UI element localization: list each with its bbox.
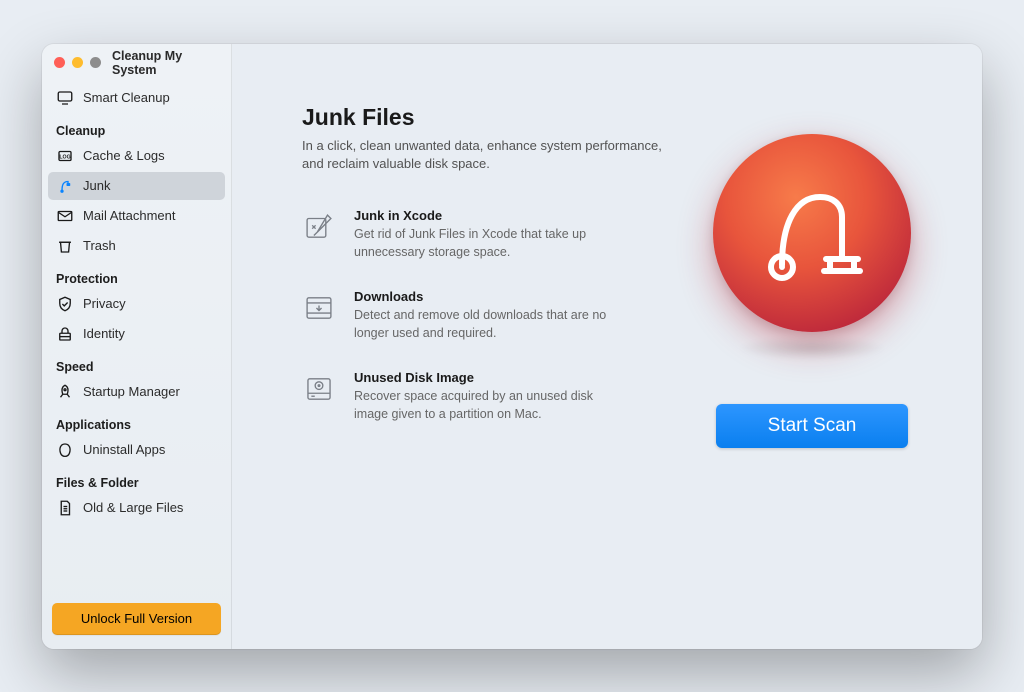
- sidebar-item-mail-attachment[interactable]: Mail Attachment: [48, 202, 225, 230]
- unlock-button-label: Unlock Full Version: [81, 611, 192, 626]
- sidebar-item-label: Startup Manager: [83, 384, 180, 399]
- feature-title: Unused Disk Image: [354, 370, 662, 385]
- sidebar-item-label: Privacy: [83, 296, 126, 311]
- rocket-icon: [56, 383, 74, 401]
- vacuum-icon: [56, 177, 74, 195]
- sidebar-item-label: Uninstall Apps: [83, 442, 165, 457]
- sidebar-content: Smart Cleanup Cleanup LOG Cache & Logs: [42, 82, 231, 524]
- feature-title: Junk in Xcode: [354, 208, 662, 223]
- titlebar: Cleanup My System: [42, 44, 231, 82]
- feature-desc: Recover space acquired by an unused disk…: [354, 388, 614, 423]
- feature-desc: Detect and remove old downloads that are…: [354, 307, 614, 342]
- sidebar-item-label: Cache & Logs: [83, 148, 165, 163]
- file-icon: [56, 499, 74, 517]
- sidebar: Cleanup My System Smart Cleanup Cleanup: [42, 44, 232, 649]
- section-speed: Speed: [48, 350, 225, 378]
- window-title: Cleanup My System: [112, 49, 219, 77]
- feature-downloads: Downloads Detect and remove old download…: [302, 289, 662, 342]
- sidebar-item-identity[interactable]: Identity: [48, 320, 225, 348]
- unlock-full-version-button[interactable]: Unlock Full Version: [52, 603, 221, 635]
- section-protection: Protection: [48, 262, 225, 290]
- section-files-folder: Files & Folder: [48, 466, 225, 494]
- main-content: Junk Files In a click, clean unwanted da…: [232, 44, 982, 649]
- sidebar-item-label: Smart Cleanup: [83, 90, 170, 105]
- close-window-button[interactable]: [54, 57, 65, 68]
- start-scan-label: Start Scan: [768, 415, 857, 437]
- sidebar-item-uninstall-apps[interactable]: Uninstall Apps: [48, 436, 225, 464]
- sidebar-item-privacy[interactable]: Privacy: [48, 290, 225, 318]
- hero-circle: [713, 134, 911, 332]
- section-cleanup: Cleanup: [48, 114, 225, 142]
- page-subtitle: In a click, clean unwanted data, enhance…: [302, 137, 662, 175]
- sidebar-item-cache-logs[interactable]: LOG Cache & Logs: [48, 142, 225, 170]
- app-window: Cleanup My System Smart Cleanup Cleanup: [42, 44, 982, 649]
- feature-title: Downloads: [354, 289, 662, 304]
- sidebar-item-label: Mail Attachment: [83, 208, 176, 223]
- trash-icon: [56, 237, 74, 255]
- fullscreen-window-button[interactable]: [90, 57, 101, 68]
- download-box-icon: [302, 291, 336, 325]
- xcode-icon: [302, 210, 336, 244]
- svg-text:LOG: LOG: [59, 154, 70, 160]
- start-scan-button[interactable]: Start Scan: [716, 404, 908, 448]
- log-icon: LOG: [56, 147, 74, 165]
- hero-panel: Start Scan: [702, 134, 922, 448]
- feature-desc: Get rid of Junk Files in Xcode that take…: [354, 226, 614, 261]
- app-icon: [56, 441, 74, 459]
- minimize-window-button[interactable]: [72, 57, 83, 68]
- lock-icon: [56, 325, 74, 343]
- sidebar-item-label: Identity: [83, 326, 125, 341]
- monitor-icon: [56, 89, 74, 107]
- disk-image-icon: [302, 372, 336, 406]
- sidebar-item-junk[interactable]: Junk: [48, 172, 225, 200]
- sidebar-item-label: Trash: [83, 238, 116, 253]
- page-title: Junk Files: [302, 104, 662, 131]
- sidebar-item-smart-cleanup[interactable]: Smart Cleanup: [48, 84, 225, 112]
- sidebar-item-old-large-files[interactable]: Old & Large Files: [48, 494, 225, 522]
- sidebar-item-trash[interactable]: Trash: [48, 232, 225, 260]
- vacuum-hero-icon: [752, 173, 872, 293]
- main-left-column: Junk Files In a click, clean unwanted da…: [302, 104, 662, 609]
- sidebar-item-startup-manager[interactable]: Startup Manager: [48, 378, 225, 406]
- shield-icon: [56, 295, 74, 313]
- mail-icon: [56, 207, 74, 225]
- feature-disk-image: Unused Disk Image Recover space acquired…: [302, 370, 662, 423]
- traffic-lights: [54, 57, 101, 68]
- feature-junk-xcode: Junk in Xcode Get rid of Junk Files in X…: [302, 208, 662, 261]
- sidebar-item-label: Old & Large Files: [83, 500, 183, 515]
- section-applications: Applications: [48, 408, 225, 436]
- sidebar-item-label: Junk: [83, 178, 110, 193]
